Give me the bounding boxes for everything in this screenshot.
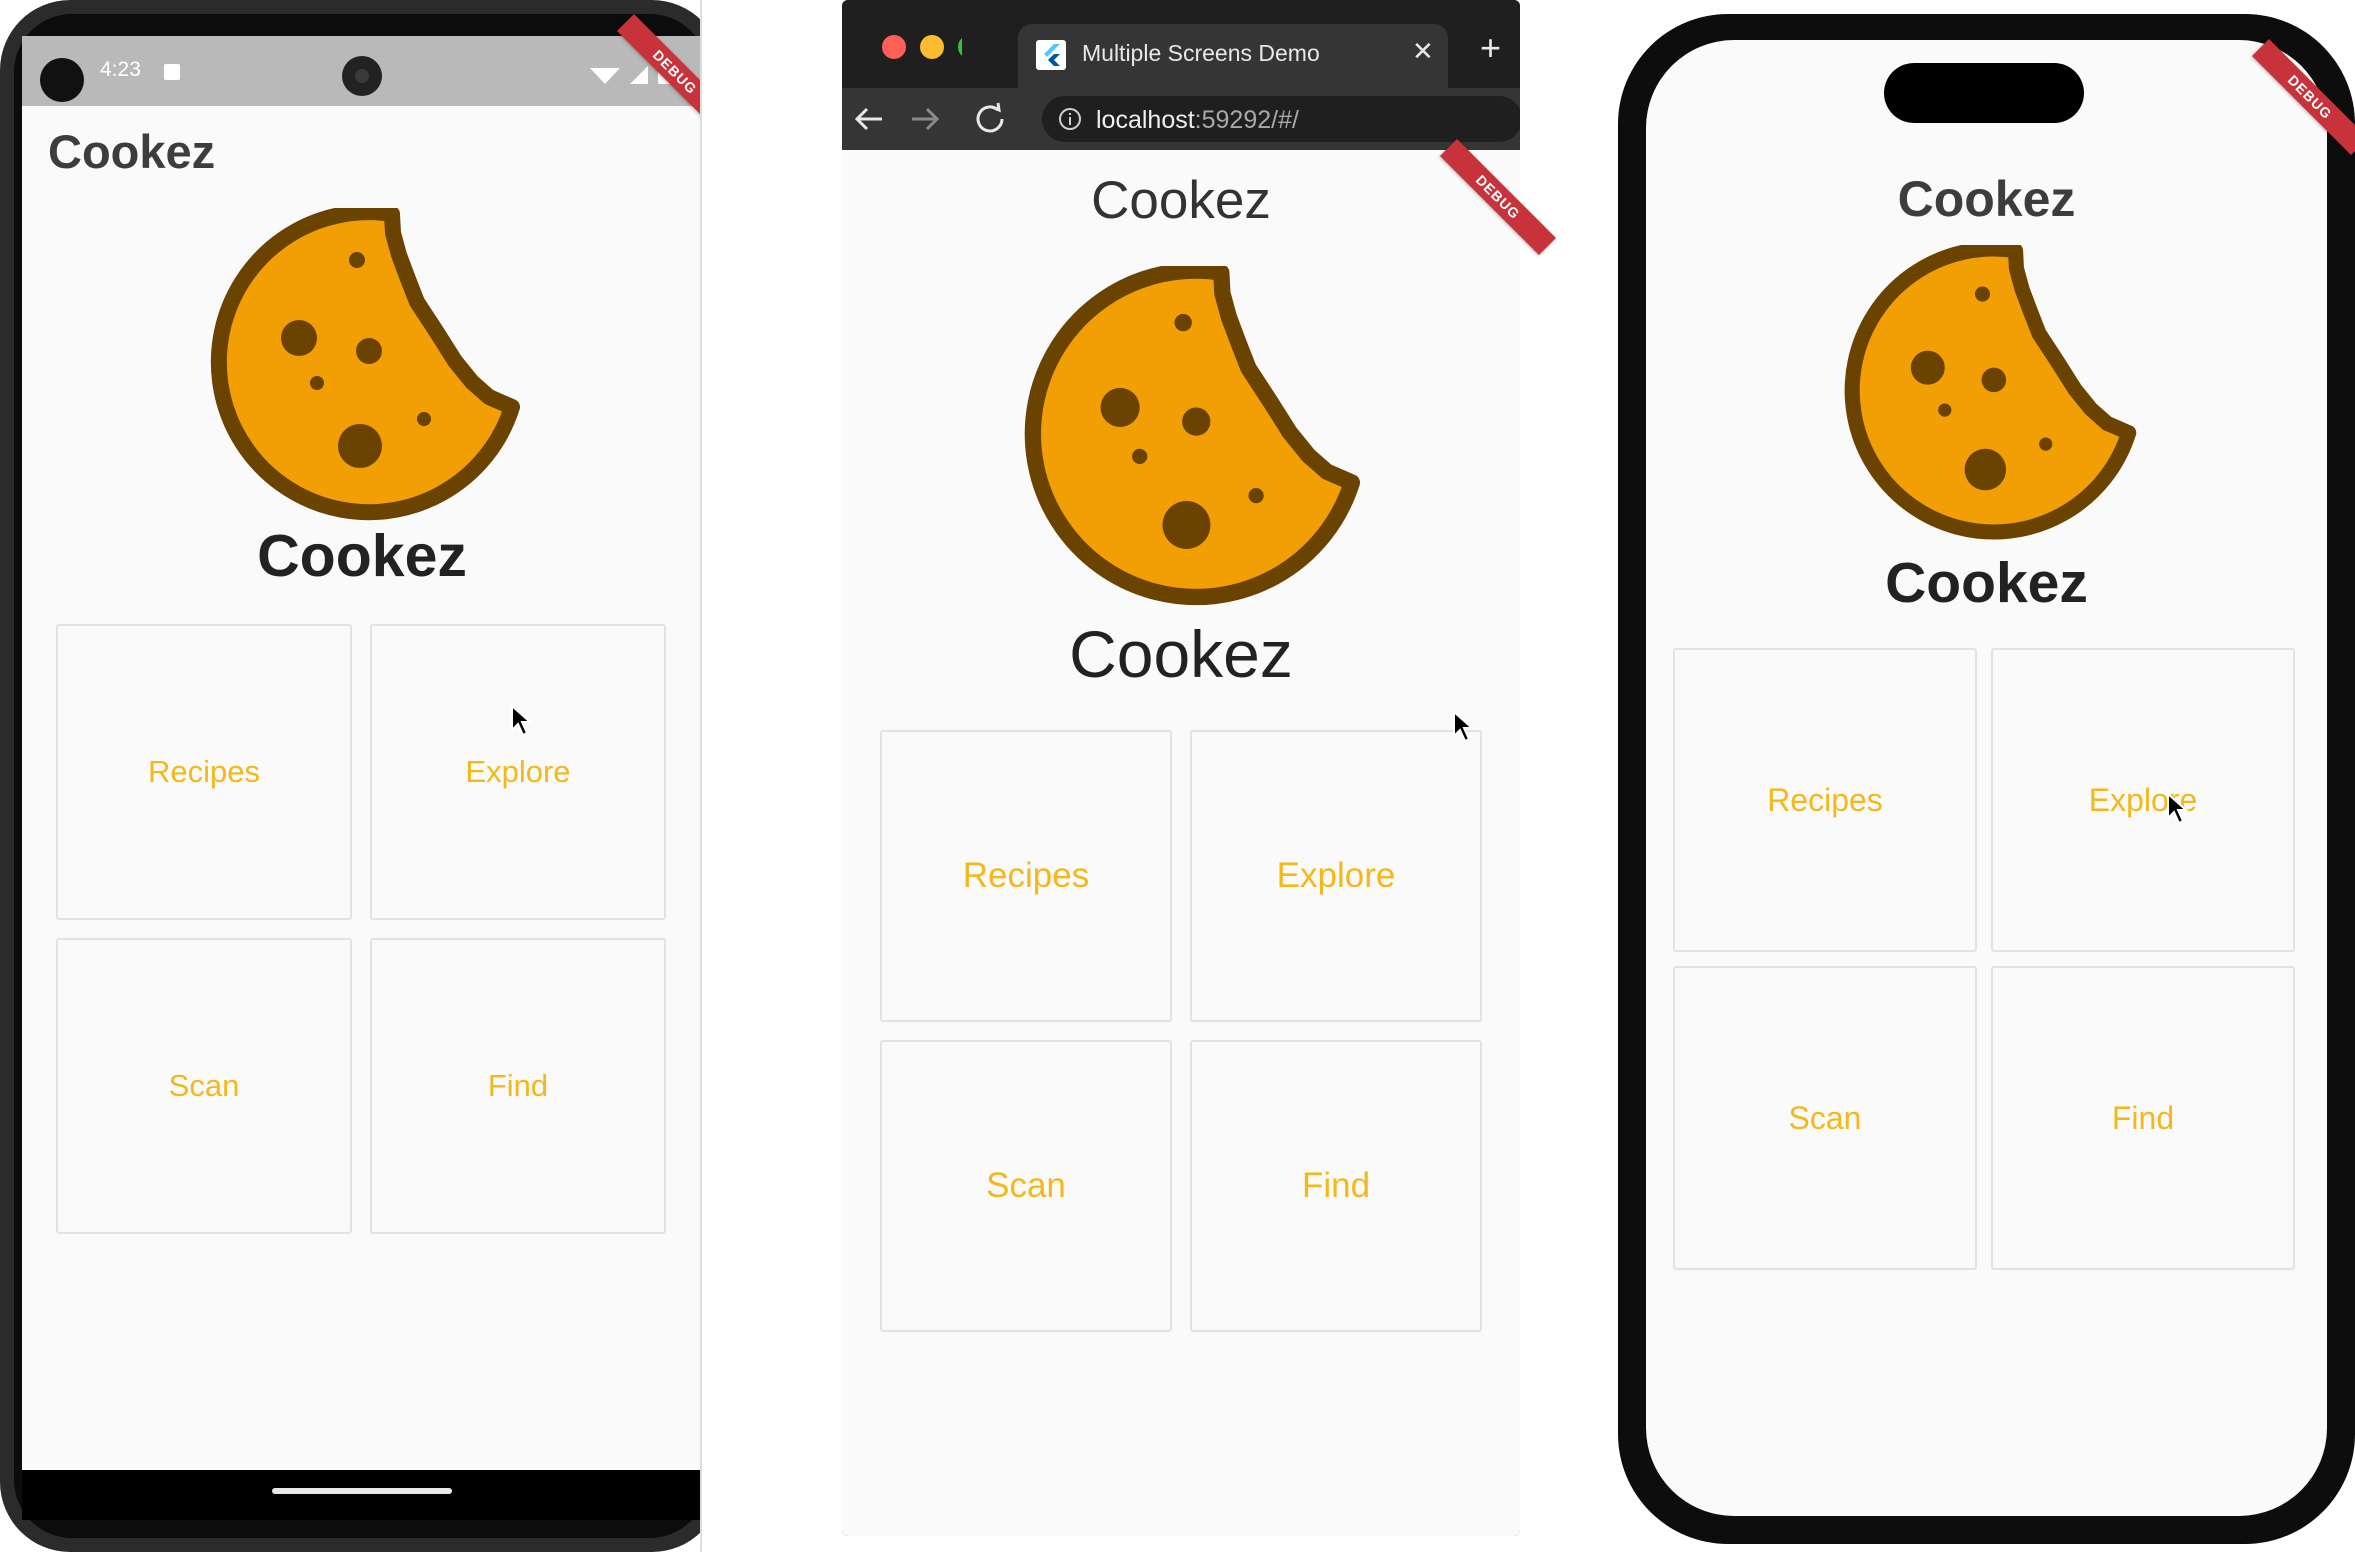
close-tab-icon[interactable]: ✕ (1412, 36, 1434, 67)
explore-tile[interactable]: Explore (370, 624, 666, 920)
recipes-tile[interactable]: Recipes (1673, 648, 1977, 952)
url-path: :59292/#/ (1194, 106, 1299, 134)
url-host: localhost (1096, 106, 1195, 134)
android-status-bar: 4:23 (22, 36, 702, 106)
cell-signal-icon (630, 66, 648, 84)
android-app-screen: Cookez Cookez Recipes Explore Scan Find (22, 106, 702, 1470)
scan-tile[interactable]: Scan (56, 938, 352, 1234)
browser-window: Multiple Screens Demo ✕ + localhost:5929… (842, 0, 1520, 1536)
scan-label: Scan (1788, 1099, 1862, 1136)
scan-tile[interactable]: Scan (1673, 966, 1977, 1270)
scan-label: Scan (168, 1068, 240, 1103)
back-arrow-icon (854, 107, 882, 131)
android-nav-bar (22, 1470, 702, 1520)
explore-label: Explore (1276, 856, 1396, 895)
background-editor-window (700, 0, 747, 1552)
keyboard-indicator-icon (164, 64, 180, 80)
wifi-icon (590, 68, 620, 84)
iphone-app-screen: Cookez Cookez Recipes Explore Scan Find (1646, 40, 2327, 1516)
browser-tab[interactable]: Multiple Screens Demo ✕ (1018, 24, 1448, 88)
explore-label: Explore (465, 754, 571, 789)
tab-title: Multiple Screens Demo (1082, 40, 1320, 66)
page-title: Cookez (1091, 171, 1271, 230)
find-tile[interactable]: Find (1991, 966, 2295, 1270)
close-window-button (882, 35, 906, 59)
cookie-logo-icon (1844, 245, 2137, 540)
mouse-cursor-icon (2167, 792, 2189, 825)
logo-caption: Cookez (1069, 617, 1293, 691)
cookie-logo-icon (210, 208, 520, 521)
cookie-logo-icon (1024, 266, 1361, 606)
find-label: Find (2111, 1099, 2175, 1136)
status-time: 4:23 (100, 58, 141, 81)
camera-punch-hole-icon (40, 58, 84, 102)
recipes-tile[interactable]: Recipes (880, 730, 1172, 1022)
recipes-label: Recipes (148, 754, 260, 789)
recipes-tile[interactable]: Recipes (56, 624, 352, 920)
scan-label: Scan (986, 1166, 1066, 1205)
recipes-label: Recipes (1767, 781, 1883, 818)
maximize-window-button (958, 38, 962, 56)
recipes-label: Recipes (962, 856, 1090, 895)
dynamic-island (1884, 63, 2084, 123)
explore-tile[interactable]: Explore (1190, 730, 1482, 1022)
logo-caption: Cookez (257, 523, 467, 589)
iphone-simulator: Cookez Cookez Recipes Explore Scan Find (1618, 14, 2355, 1544)
find-label: Find (487, 1068, 549, 1103)
browser-tab-bar: Multiple Screens Demo ✕ + (842, 0, 1520, 88)
new-tab-button[interactable]: + (1480, 30, 1501, 66)
minimize-window-button (920, 35, 944, 59)
find-label: Find (1301, 1166, 1371, 1205)
find-tile[interactable]: Find (1190, 1040, 1482, 1332)
address-bar[interactable]: localhost:59292/#/ (1042, 96, 1520, 142)
forward-arrow-icon (912, 107, 940, 131)
mouse-cursor-icon (511, 704, 533, 737)
page-title: Cookez (1897, 171, 2076, 227)
browser-app-screen: Cookez Cookez Recipes Explore Scan Find (842, 150, 1520, 1536)
flutter-favicon-icon (1036, 40, 1066, 70)
site-info-icon[interactable] (1058, 107, 1082, 131)
find-tile[interactable]: Find (370, 938, 666, 1234)
explore-tile[interactable]: Explore (1991, 648, 2295, 952)
page-title: Cookez (48, 125, 216, 178)
logo-caption: Cookez (1885, 551, 2088, 615)
browser-toolbar: localhost:59292/#/ (842, 88, 1520, 150)
scan-tile[interactable]: Scan (880, 1040, 1172, 1332)
home-gesture-handle[interactable] (272, 1488, 452, 1494)
mouse-cursor-icon (1453, 710, 1475, 743)
reload-icon (976, 102, 1004, 133)
